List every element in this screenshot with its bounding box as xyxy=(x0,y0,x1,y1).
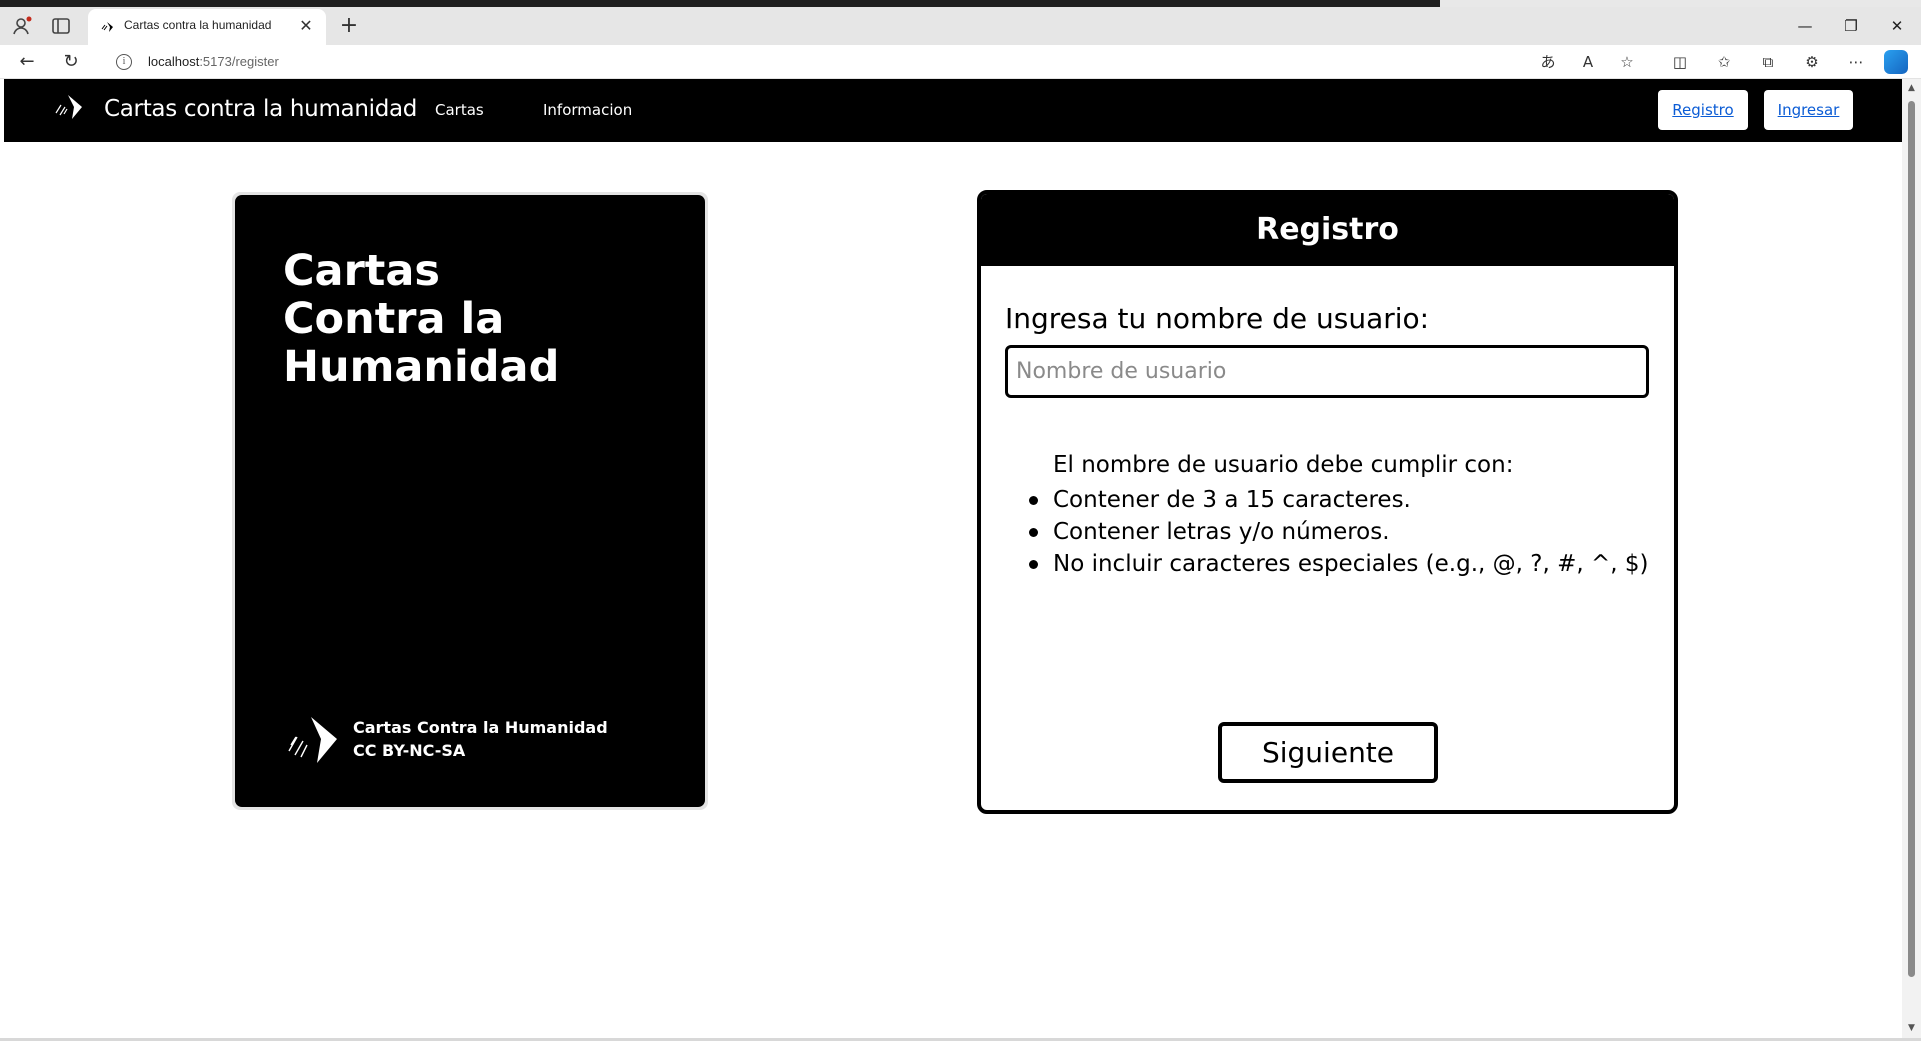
login-button[interactable]: Ingresar xyxy=(1764,90,1853,130)
page-viewport: Cartas contra la humanidad Cartas Inform… xyxy=(4,79,1902,1038)
minimize-icon[interactable]: — xyxy=(1782,13,1828,39)
collections-icon[interactable]: ⧉ xyxy=(1758,52,1778,72)
card-footer-license: CC BY-NC-SA xyxy=(353,741,466,760)
split-screen-icon[interactable]: ◫ xyxy=(1670,52,1690,72)
maximize-icon[interactable]: ❐ xyxy=(1828,13,1874,39)
register-panel-header: Registro xyxy=(981,194,1674,266)
url-text: localhost:5173/register xyxy=(148,54,279,69)
tab-title: Cartas contra la humanidad xyxy=(124,18,272,32)
username-rule: No incluir caracteres especiales (e.g., … xyxy=(1028,548,1648,580)
browser-tab[interactable]: Cartas contra la humanidad ✕ xyxy=(88,9,326,45)
username-rule: Contener de 3 a 15 caracteres. xyxy=(1028,484,1648,516)
scrollbar-thumb[interactable] xyxy=(1908,101,1915,977)
read-aloud-icon[interactable]: A xyxy=(1578,52,1598,72)
site-info-icon[interactable]: i xyxy=(116,54,132,70)
tab-strip: Cartas contra la humanidad ✕ + — ❐ ✕ xyxy=(0,7,1921,45)
favorites-icon[interactable]: ✩ xyxy=(1714,52,1734,72)
url-path: :5173/register xyxy=(199,54,279,69)
translate-icon[interactable]: あ xyxy=(1538,52,1558,72)
url-field[interactable]: i localhost:5173/register xyxy=(104,48,1544,76)
next-button[interactable]: Siguiente xyxy=(1218,722,1438,783)
register-title: Registro xyxy=(1256,212,1399,247)
card-logo-icon xyxy=(288,717,337,763)
card-footer-title: Cartas Contra la Humanidad xyxy=(353,718,608,737)
new-tab-icon[interactable]: + xyxy=(338,15,360,38)
site-logo-icon[interactable] xyxy=(52,93,86,121)
card-title: Cartas Contra la Humanidad xyxy=(283,246,560,392)
back-icon[interactable]: ← xyxy=(16,51,38,73)
page-load-progress xyxy=(0,0,1921,7)
username-label: Ingresa tu nombre de usuario: xyxy=(1005,302,1430,335)
page-load-progress-fill xyxy=(0,0,1440,7)
username-input[interactable] xyxy=(1005,345,1649,398)
nav-link-informacion[interactable]: Informacion xyxy=(543,101,632,119)
username-rule: Contener letras y/o números. xyxy=(1028,516,1648,548)
register-panel: Registro Ingresa tu nombre de usuario: E… xyxy=(977,190,1678,814)
favorite-icon[interactable]: ☆ xyxy=(1617,52,1637,72)
username-rules-list: Contener de 3 a 15 caracteres. Contener … xyxy=(1028,484,1648,580)
extensions-icon[interactable]: ⚙ xyxy=(1802,52,1822,72)
site-navbar: Cartas contra la humanidad Cartas Inform… xyxy=(4,79,1902,142)
register-button[interactable]: Registro xyxy=(1658,90,1748,130)
copilot-icon[interactable] xyxy=(1884,50,1908,74)
site-favicon-icon xyxy=(101,22,113,32)
game-card: Cartas Contra la Humanidad Cartas Contra… xyxy=(232,192,708,810)
window-close-icon[interactable]: ✕ xyxy=(1874,13,1920,39)
more-icon[interactable]: ⋯ xyxy=(1846,52,1866,72)
username-rules-intro: El nombre de usuario debe cumplir con: xyxy=(1053,452,1514,478)
page-scrollbar[interactable]: ▲ ▼ xyxy=(1902,79,1921,1038)
profile-icon[interactable] xyxy=(12,15,34,37)
refresh-icon[interactable]: ↻ xyxy=(60,51,82,73)
scroll-up-icon[interactable]: ▲ xyxy=(1906,83,1917,93)
card-face: Cartas Contra la Humanidad Cartas Contra… xyxy=(235,195,705,807)
tab-actions-icon[interactable] xyxy=(50,15,72,37)
close-icon[interactable]: ✕ xyxy=(296,16,316,36)
site-brand[interactable]: Cartas contra la humanidad xyxy=(104,96,417,122)
address-bar: ← ↻ i localhost:5173/register あ A ☆ ◫ ✩ … xyxy=(0,45,1921,79)
url-host: localhost xyxy=(148,54,200,69)
scroll-down-icon[interactable]: ▼ xyxy=(1906,1023,1917,1033)
nav-link-cartas[interactable]: Cartas xyxy=(435,101,484,119)
